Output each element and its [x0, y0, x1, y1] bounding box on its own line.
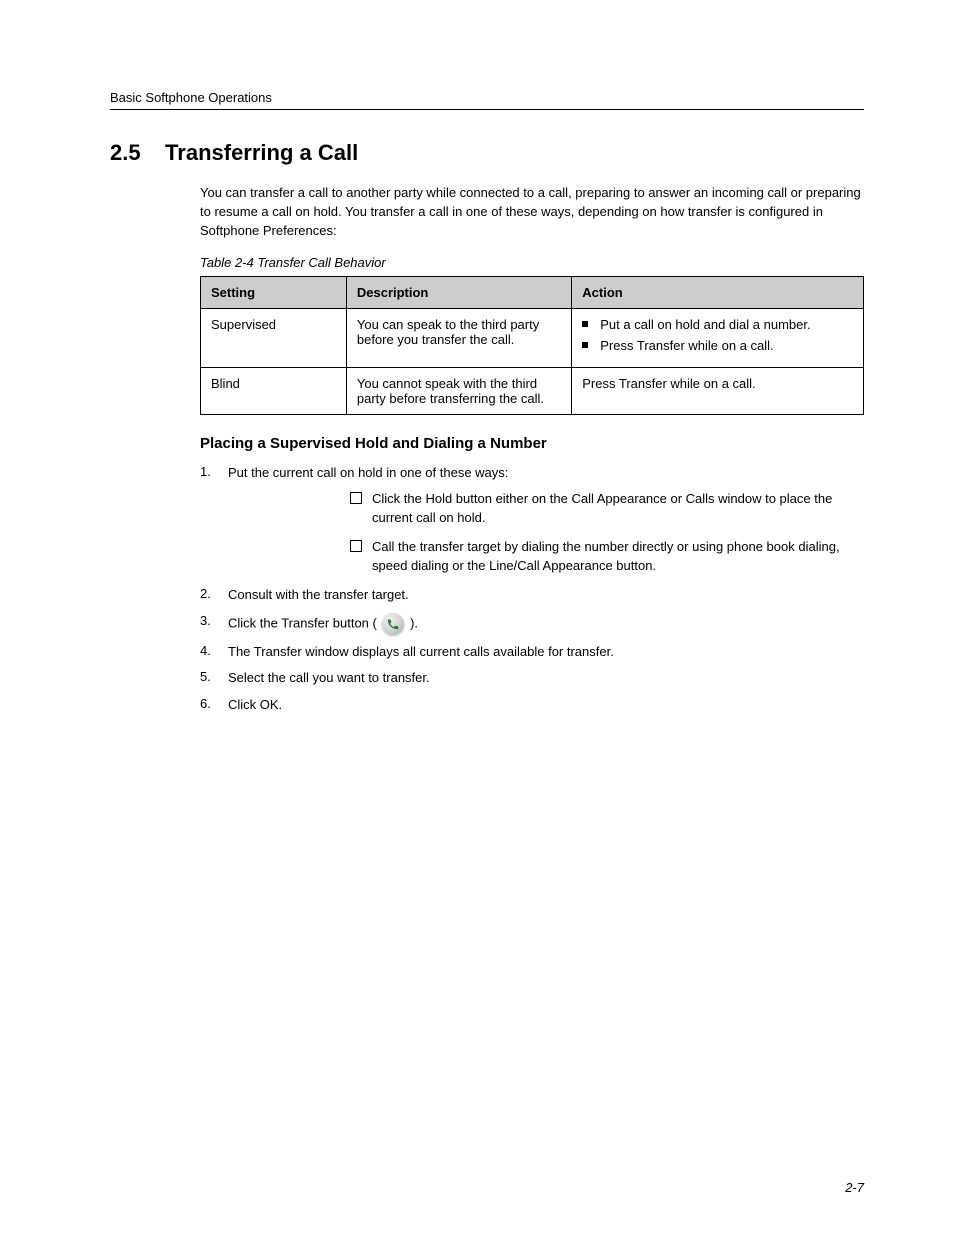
step-text: Click OK. [228, 696, 864, 715]
cell-action: Press Transfer while on a call. [572, 367, 864, 414]
step-number: 4. [200, 643, 228, 662]
th-description: Description [346, 276, 571, 308]
step-4: 4. The Transfer window displays all curr… [200, 643, 864, 662]
section-heading: 2.5 Transferring a Call [110, 140, 864, 166]
step-text-pre: Click the Transfer button ( [228, 615, 377, 630]
list-item: Put a call on hold and dial a number. [582, 317, 853, 332]
step-text: The Transfer window displays all current… [228, 643, 864, 662]
list-item-text: Put a call on hold and dial a number. [600, 317, 810, 332]
table-row: Blind You cannot speak with the third pa… [201, 367, 864, 414]
step-number: 2. [200, 586, 228, 605]
bullet-icon [582, 342, 588, 348]
step-number: 1. [200, 464, 228, 483]
bullet-icon [582, 321, 588, 327]
checkbox-item: Click the Hold button either on the Call… [350, 490, 864, 528]
checkbox-icon [350, 540, 362, 552]
transfer-icon [382, 613, 404, 635]
checkbox-icon [350, 492, 362, 504]
step-number: 5. [200, 669, 228, 688]
table-row: Supervised You can speak to the third pa… [201, 308, 864, 367]
step-number: 6. [200, 696, 228, 715]
cell-description: You cannot speak with the third party be… [346, 367, 571, 414]
cell-description: You can speak to the third party before … [346, 308, 571, 367]
step-text: Consult with the transfer target. [228, 586, 864, 605]
checkbox-item: Call the transfer target by dialing the … [350, 538, 864, 576]
step-text: Put the current call on hold in one of t… [228, 465, 508, 480]
checkbox-text: Click the Hold button either on the Call… [372, 490, 864, 528]
subsection-heading: Placing a Supervised Hold and Dialing a … [200, 435, 864, 452]
page-number: 2-7 [845, 1180, 864, 1195]
step-5: 5. Select the call you want to transfer. [200, 669, 864, 688]
header-divider [110, 109, 864, 110]
section-number: 2.5 [110, 140, 141, 165]
step-2: 2. Consult with the transfer target. [200, 586, 864, 605]
table-caption: Table 2-4 Transfer Call Behavior [200, 255, 864, 270]
running-header: Basic Softphone Operations [110, 90, 864, 105]
step-text: Select the call you want to transfer. [228, 669, 864, 688]
step-number: 3. [200, 613, 228, 635]
cell-setting: Blind [201, 367, 347, 414]
cell-action: Put a call on hold and dial a number. Pr… [572, 308, 864, 367]
step-text-post: ). [410, 615, 418, 630]
step-6: 6. Click OK. [200, 696, 864, 715]
section-title: Transferring a Call [165, 140, 358, 165]
list-item-text: Press Transfer while on a call. [600, 338, 773, 353]
list-item: Press Transfer while on a call. [582, 338, 853, 353]
step-1: 1. Put the current call on hold in one o… [200, 464, 864, 483]
th-setting: Setting [201, 276, 347, 308]
step-3: 3. Click the Transfer button ( ). [200, 613, 864, 635]
transfer-behavior-table: Setting Description Action Supervised Yo… [200, 276, 864, 415]
intro-paragraph: You can transfer a call to another party… [200, 184, 864, 241]
cell-setting: Supervised [201, 308, 347, 367]
th-action: Action [572, 276, 864, 308]
step-text: Click the Transfer button ( ). [228, 613, 864, 635]
checkbox-text: Call the transfer target by dialing the … [372, 538, 864, 576]
